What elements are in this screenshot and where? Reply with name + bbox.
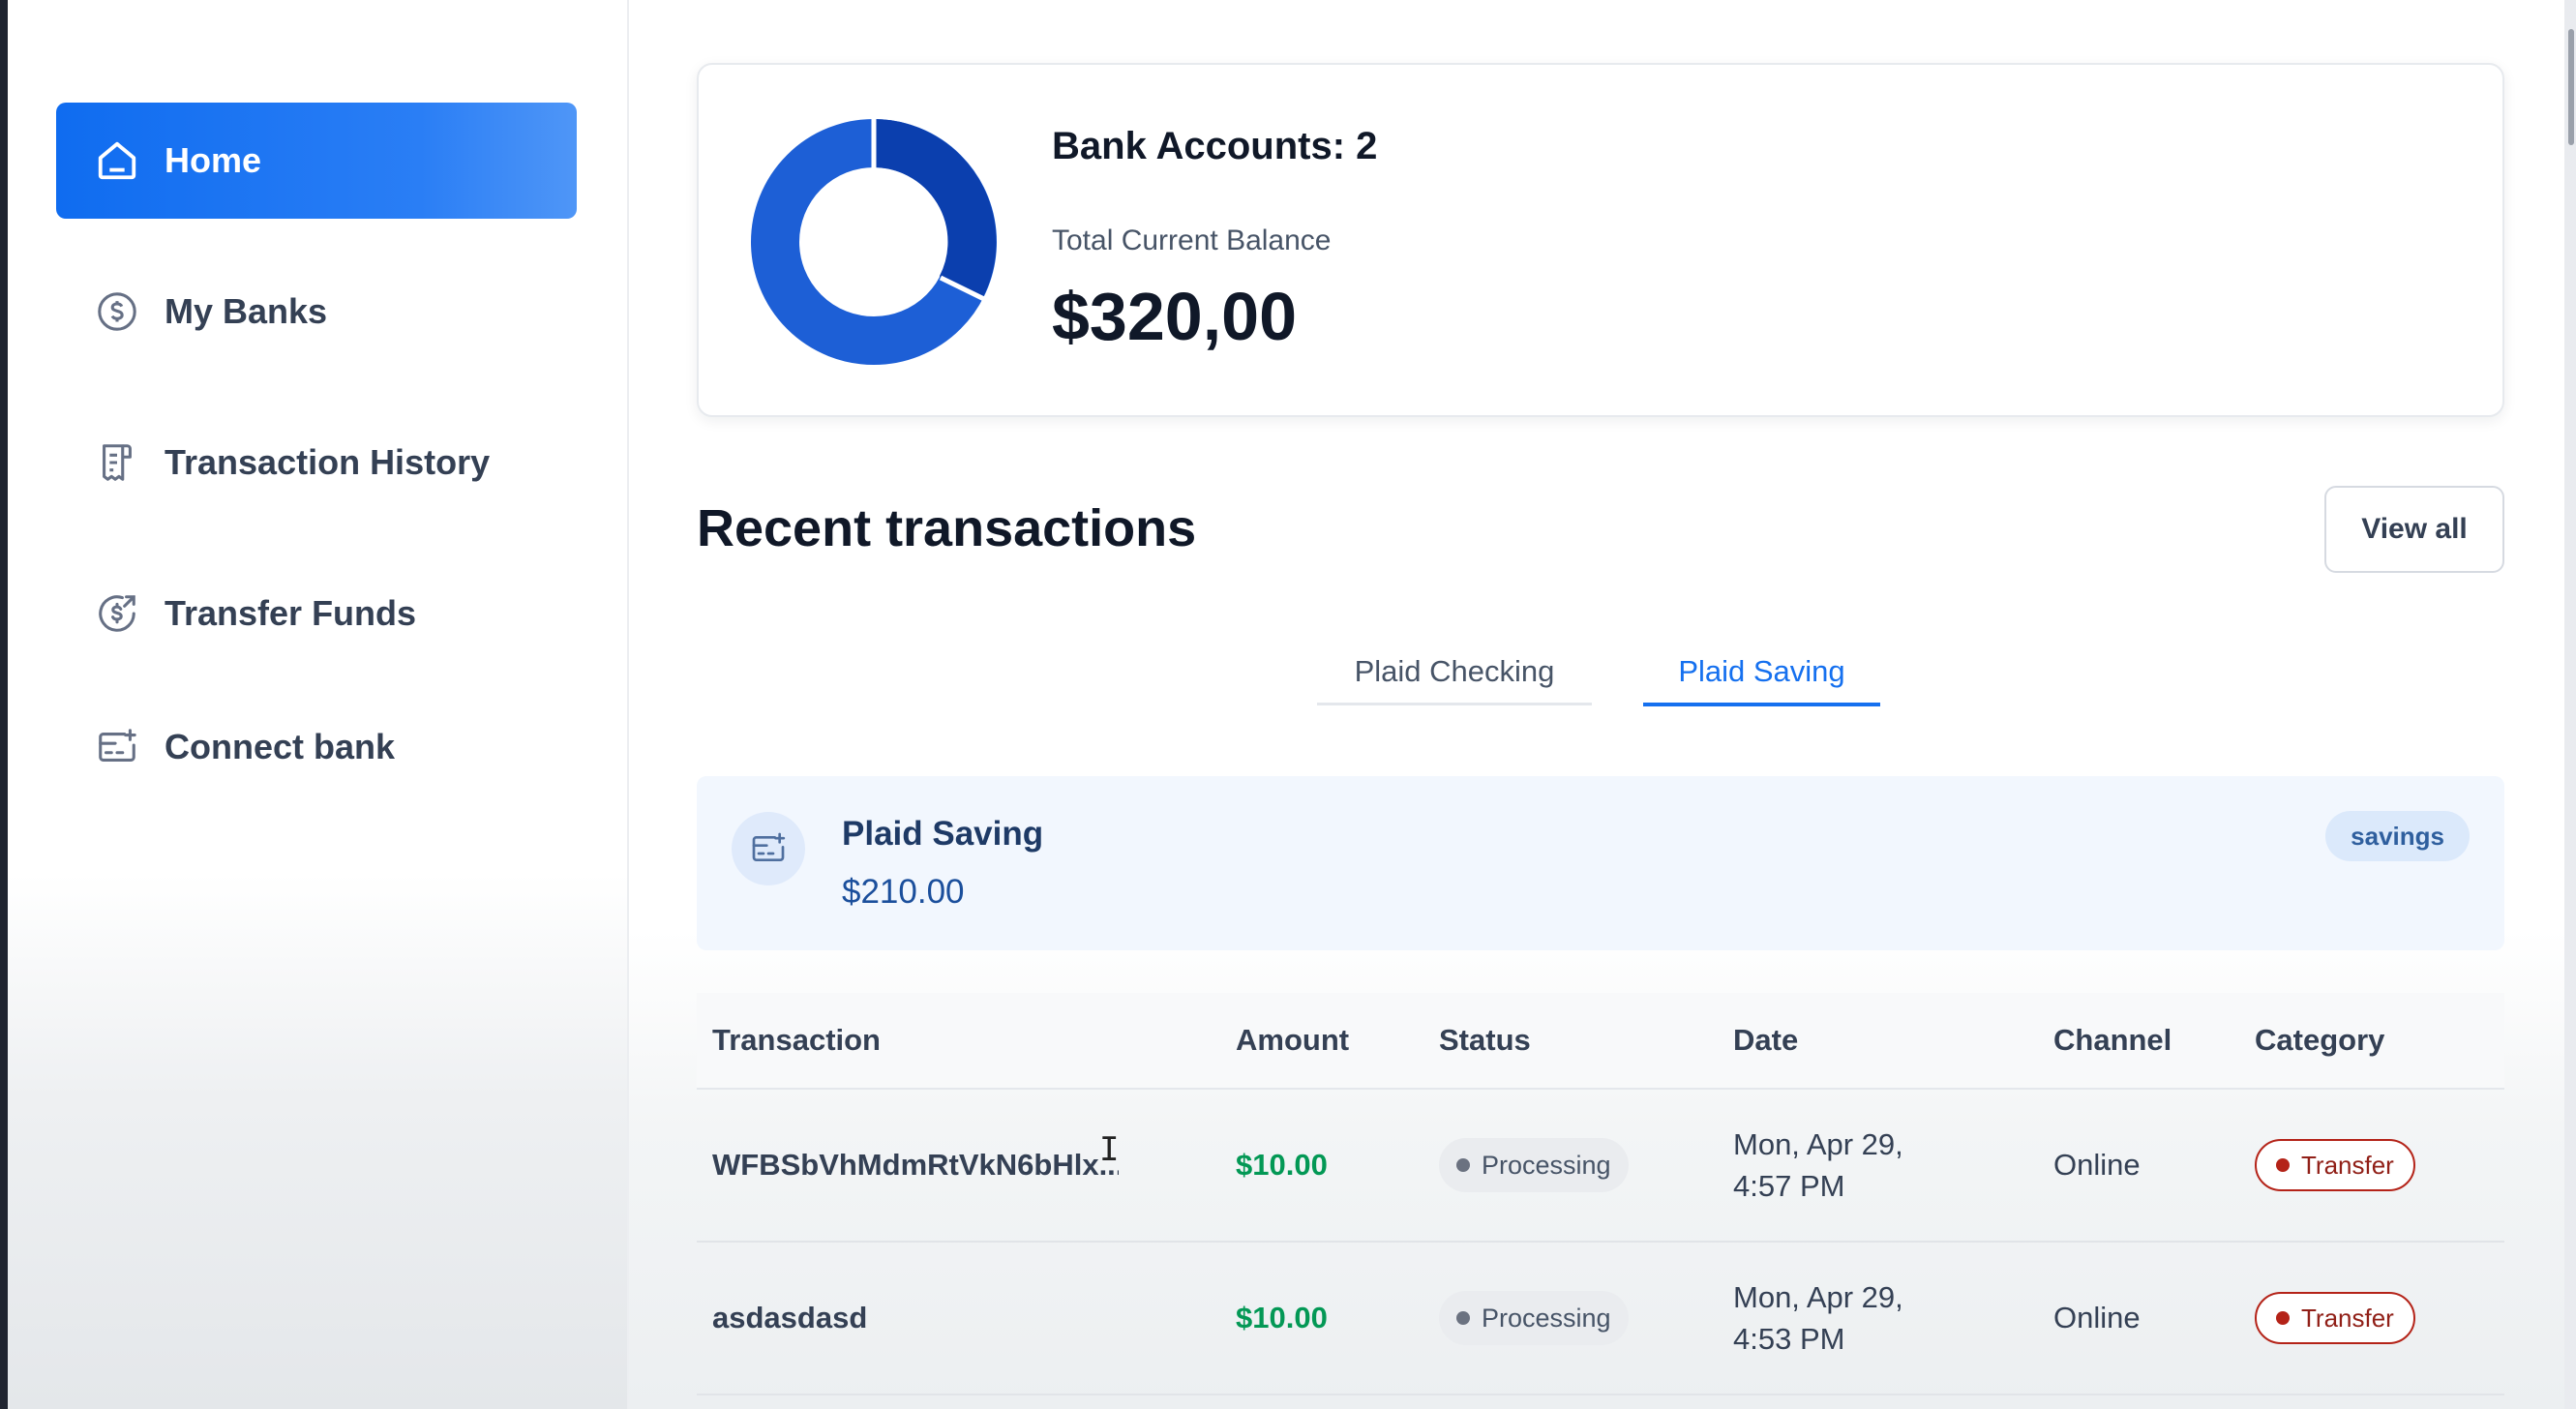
status-label: Processing [1482,1303,1611,1333]
status-cell: Processing [1439,1090,1629,1241]
transfer-dollar-icon [93,589,141,638]
sidebar-item-home[interactable]: Home [56,103,577,219]
sidebar-item-transfer-funds[interactable]: Transfer Funds [56,555,577,672]
total-balance-label: Total Current Balance [1052,225,1332,256]
receipt-icon [93,438,141,487]
sidebar-item-label: Transfer Funds [165,593,417,633]
card-add-icon [93,723,141,771]
sidebar-item-label: My Banks [165,291,328,331]
balance-donut-chart [751,117,997,365]
sidebar-item-label: Home [165,140,262,180]
account-name: Plaid Saving [842,815,1044,853]
transaction-amount: $10.00 [1236,1301,1328,1334]
table-row[interactable]: asdasdasd $10.00 Processing Mon, Apr 29,… [697,1243,2504,1395]
sidebar-item-label: Connect bank [165,727,396,766]
window-edge [0,0,8,1409]
selected-account-banner: Plaid Saving $210.00 savings [697,776,2504,950]
scrollbar-track[interactable] [2564,0,2576,1409]
category-cell: Transfer [2255,1090,2415,1241]
recent-transactions-title: Recent transactions [697,499,1197,557]
total-balance-amount: $320,00 [1052,279,1298,354]
total-balance-card: Bank Accounts: 2 Total Current Balance $… [697,63,2504,417]
column-header-channel: Channel [2053,1023,2172,1057]
transaction-amount: $10.00 [1236,1148,1328,1182]
category-cell: Transfer [2255,1243,2415,1394]
scrollbar-thumb[interactable] [2568,29,2574,145]
date-day: Mon, Apr 29, [1733,1127,1903,1161]
tab-plaid-checking[interactable]: Plaid Checking [1317,641,1592,705]
status-dot-icon [1456,1158,1470,1172]
donut-segment-secondary [873,119,997,299]
category-badge: Transfer [2255,1139,2415,1191]
bank-card-icon [732,812,805,885]
column-header-amount: Amount [1236,1023,1350,1057]
column-header-category: Category [2255,1023,2385,1057]
column-header-date: Date [1733,1023,1799,1057]
category-label: Transfer [2301,1150,2394,1180]
category-badge: Transfer [2255,1292,2415,1344]
category-dot-icon [2276,1158,2290,1172]
sidebar: Home My Banks Transaction History Transf… [8,0,629,1409]
sidebar-item-connect-bank[interactable]: Connect bank [56,689,577,805]
status-badge: Processing [1439,1291,1629,1345]
sidebar-item-label: Transaction History [165,442,491,482]
date-cell: Mon, Apr 29, 4:57 PM [1733,1090,1903,1241]
column-header-status: Status [1439,1023,1531,1057]
category-label: Transfer [2301,1303,2394,1333]
date-day: Mon, Apr 29, [1733,1280,1903,1314]
transaction-name: asdasdasd [712,1301,868,1334]
column-header-transaction: Transaction [712,1023,881,1057]
bank-accounts-count: Bank Accounts: 2 [1052,125,1378,167]
account-type-badge: savings [2325,811,2470,861]
status-label: Processing [1482,1150,1611,1180]
date-time: 4:53 PM [1733,1322,1845,1356]
dollar-circle-icon [93,287,141,336]
category-dot-icon [2276,1311,2290,1325]
sidebar-item-my-banks[interactable]: My Banks [56,254,577,370]
date-cell: Mon, Apr 29, 4:53 PM [1733,1243,1903,1394]
view-all-button[interactable]: View all [2324,486,2504,573]
transaction-name: WFBSbVhMdmRtVkN6bHlx... [712,1148,1119,1182]
channel-cell: Online [2053,1148,2141,1182]
text-cursor-icon: I [1099,1130,1120,1169]
status-badge: Processing [1439,1138,1629,1192]
status-dot-icon [1456,1311,1470,1325]
date-time: 4:57 PM [1733,1169,1845,1203]
table-header: Transaction Amount Status Date Channel C… [697,993,2504,1090]
channel-cell: Online [2053,1301,2141,1334]
home-icon [93,136,141,185]
tab-plaid-saving[interactable]: Plaid Saving [1643,641,1880,706]
main-content: Bank Accounts: 2 Total Current Balance $… [629,0,2564,1409]
sidebar-item-transaction-history[interactable]: Transaction History [56,405,577,521]
table-row[interactable]: WFBSbVhMdmRtVkN6bHlx... $10.00 Processin… [697,1090,2504,1243]
account-balance: $210.00 [842,873,965,911]
status-cell: Processing [1439,1243,1629,1394]
transactions-table: Transaction Amount Status Date Channel C… [697,993,2504,1395]
